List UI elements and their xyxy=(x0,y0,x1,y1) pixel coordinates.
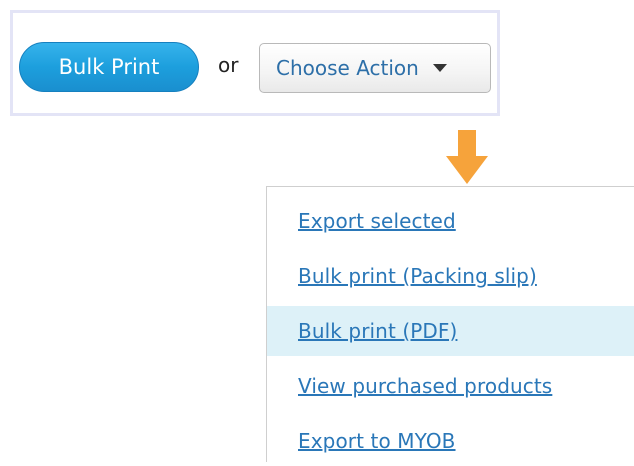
bulk-print-button[interactable]: Bulk Print xyxy=(19,42,199,92)
menu-item-export-to-myob[interactable]: Export to MYOB xyxy=(267,416,634,466)
action-dropdown-menu: Export selected Bulk print (Packing slip… xyxy=(266,186,634,462)
menu-item-bulk-print-pdf[interactable]: Bulk print (PDF) xyxy=(267,306,634,356)
bulk-action-toolbar: Bulk Print or Choose Action xyxy=(10,10,500,116)
menu-item-label[interactable]: View purchased products xyxy=(298,374,552,398)
menu-item-label[interactable]: Bulk print (Packing slip) xyxy=(298,264,537,288)
menu-item-label[interactable]: Export selected xyxy=(298,209,456,233)
or-separator: or xyxy=(218,53,239,77)
choose-action-dropdown[interactable]: Choose Action xyxy=(259,43,491,93)
menu-item-export-selected[interactable]: Export selected xyxy=(267,196,634,246)
choose-action-label: Choose Action xyxy=(276,56,419,80)
menu-item-view-purchased-products[interactable]: View purchased products xyxy=(267,361,634,411)
menu-item-label[interactable]: Bulk print (PDF) xyxy=(298,319,457,343)
arrow-down-icon xyxy=(446,130,488,184)
bulk-print-label: Bulk Print xyxy=(58,55,160,79)
menu-item-bulk-print-packing-slip[interactable]: Bulk print (Packing slip) xyxy=(267,251,634,301)
caret-down-icon xyxy=(432,64,447,72)
menu-item-label[interactable]: Export to MYOB xyxy=(298,429,456,453)
